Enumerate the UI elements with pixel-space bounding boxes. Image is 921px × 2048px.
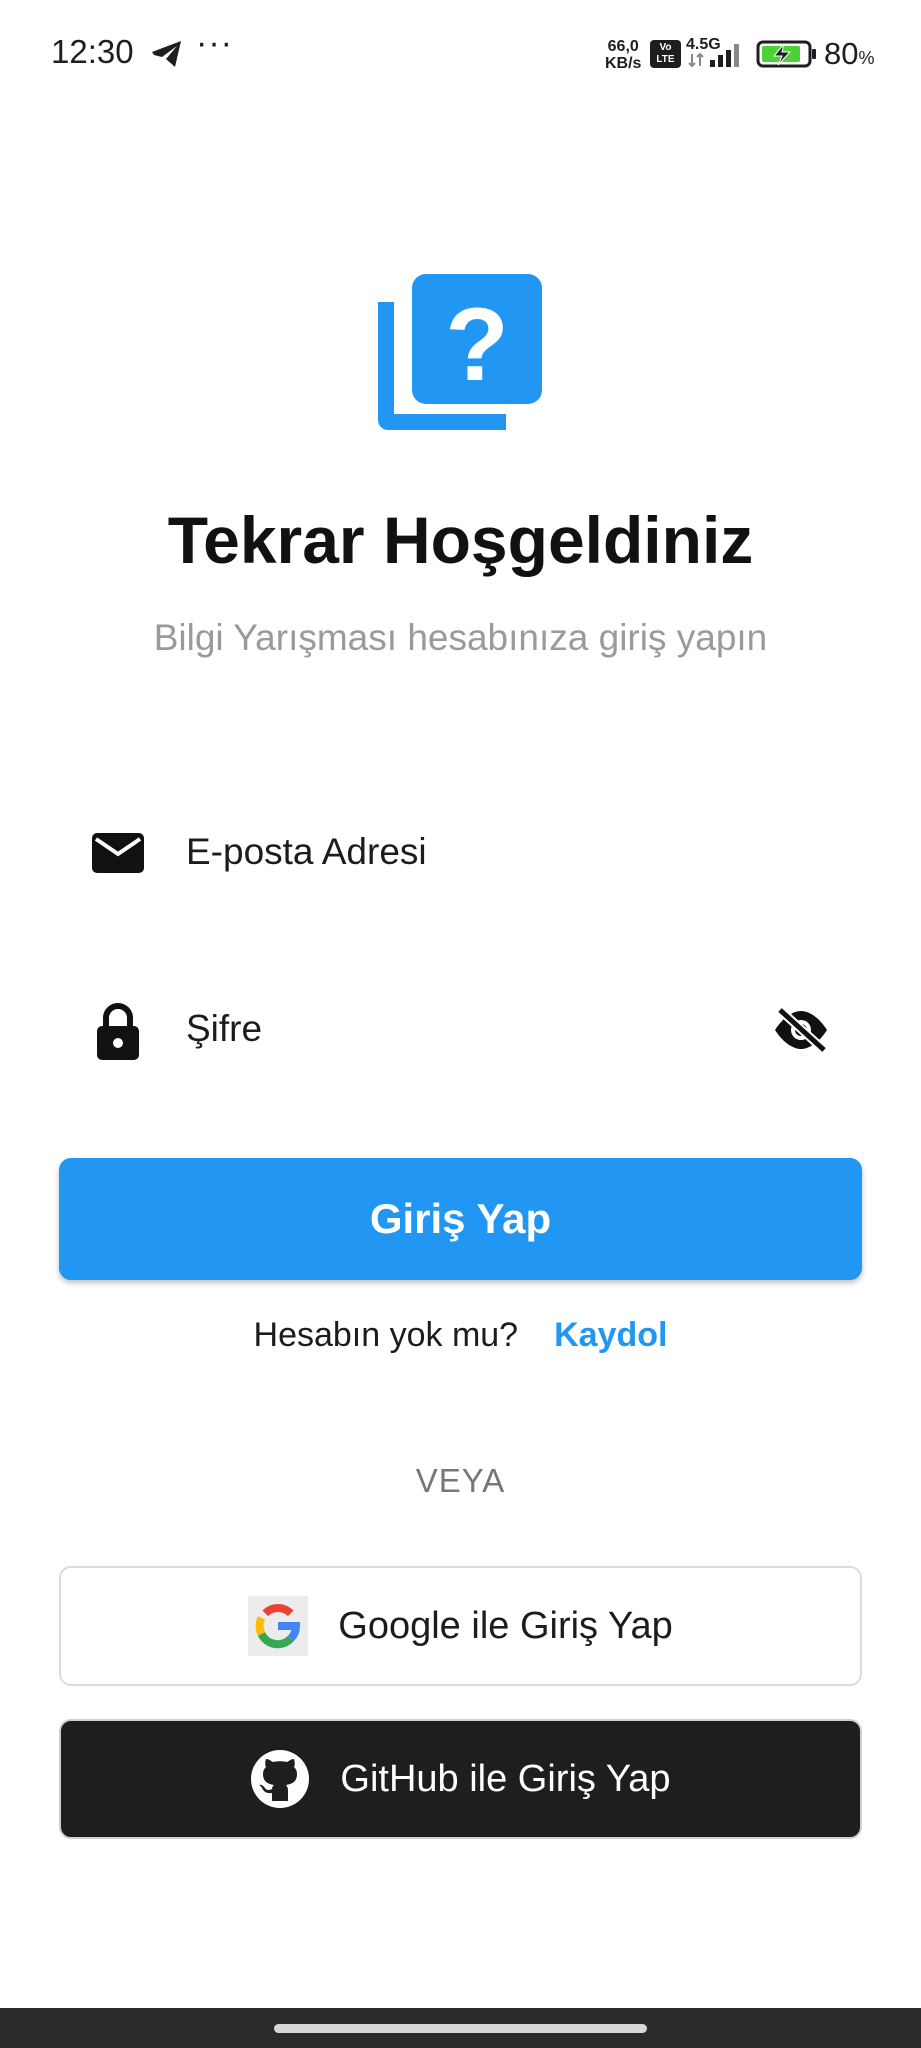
network-speed-value: 66,0 (607, 38, 639, 55)
email-field[interactable] (60, 803, 860, 903)
telegram-icon (151, 40, 183, 73)
signup-row: Hesabın yok mu? Kaydol (0, 1316, 921, 1355)
lock-icon (90, 1002, 148, 1067)
password-field[interactable] (60, 980, 860, 1080)
signup-link[interactable]: Kaydol (554, 1316, 667, 1354)
signal-icon (686, 40, 746, 73)
battery-percent-value: 80 (824, 36, 859, 71)
google-login-button[interactable]: Google ile Giriş Yap (59, 1566, 862, 1686)
github-login-label: GitHub ile Giriş Yap (340, 1757, 671, 1800)
mail-icon (90, 825, 148, 886)
svg-text:?: ? (445, 287, 509, 403)
password-input[interactable] (186, 994, 746, 1064)
battery-percent: 80% (824, 36, 875, 72)
google-icon (248, 1596, 309, 1656)
login-button[interactable]: Giriş Yap (59, 1158, 862, 1280)
google-login-label: Google ile Giriş Yap (338, 1604, 673, 1647)
battery-percent-unit: % (858, 48, 875, 68)
signup-prompt: Hesabın yok mu? (253, 1316, 519, 1354)
or-divider: VEYA (415, 1462, 506, 1499)
volte-icon: Vo LTE (650, 40, 681, 68)
visibility-off-icon[interactable] (772, 1006, 830, 1059)
page-title: Tekrar Hoşgeldiniz (167, 503, 754, 577)
home-handle[interactable] (274, 2024, 647, 2033)
volte-top: Vo (659, 42, 672, 53)
network-speed: 66,0 KB/s (605, 38, 641, 72)
volte-bottom: LTE (656, 54, 675, 65)
battery-charging-icon (756, 40, 818, 73)
github-icon (250, 1749, 310, 1809)
status-time: 12:30 (51, 33, 134, 70)
navigation-bar (0, 2008, 921, 2048)
more-icon: ··· (196, 24, 233, 62)
quiz-question-icon: ? (378, 272, 544, 443)
email-input[interactable] (186, 817, 746, 887)
github-login-button[interactable]: GitHub ile Giriş Yap (59, 1719, 862, 1839)
page-subtitle: Bilgi Yarışması hesabınıza giriş yapın (153, 617, 768, 658)
network-speed-unit: KB/s (605, 55, 642, 72)
status-bar: 12:30 ··· 66,0 KB/s Vo LTE 4.5G 80% (0, 0, 921, 110)
